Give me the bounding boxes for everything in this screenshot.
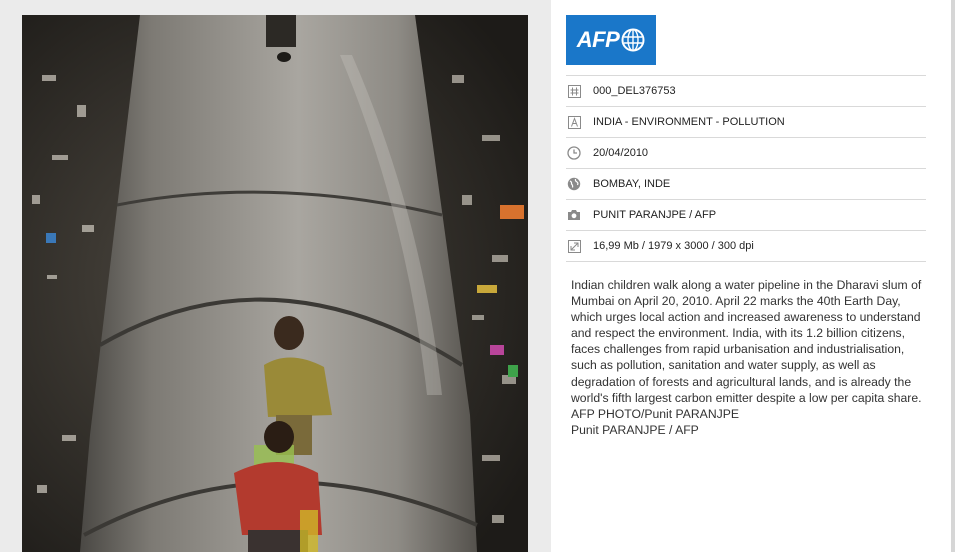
news-photo[interactable] [22, 15, 528, 552]
afp-logo-text: AFP [576, 27, 620, 52]
meta-reference: 000_DEL376753 [566, 75, 926, 106]
meta-title: INDIA - ENVIRONMENT - POLLUTION [566, 106, 926, 137]
photo-caption: Indian children walk along a water pipel… [571, 277, 933, 438]
meta-file-info: 16,99 Mb / 1979 x 3000 / 300 dpi [566, 230, 926, 262]
photo-date: 20/04/2010 [593, 147, 649, 159]
metadata-list: 000_DEL376753 INDIA - ENVIRONMENT - POLL… [566, 75, 926, 262]
info-panel: AFP 000_DEL376753 INDIA - ENVIRONMENT - … [551, 0, 951, 552]
photo-location: BOMBAY, INDE [593, 178, 671, 190]
resize-icon [567, 239, 581, 253]
photo-image [22, 15, 528, 552]
meta-date: 20/04/2010 [566, 137, 926, 168]
photo-panel [0, 0, 551, 552]
scrollbar[interactable] [951, 0, 955, 552]
text-a-icon [567, 115, 581, 129]
photo-credit: PUNIT PARANJPE / AFP [593, 209, 717, 221]
afp-logo[interactable]: AFP [566, 15, 656, 65]
reference-number: 000_DEL376753 [593, 85, 676, 97]
meta-location: BOMBAY, INDE [566, 168, 926, 199]
camera-icon [567, 208, 581, 222]
globe-icon [567, 177, 581, 191]
caption-text: Indian children walk along a water pipel… [571, 278, 922, 421]
hash-icon [567, 84, 581, 98]
caption-byline: Punit PARANJPE / AFP [571, 422, 699, 437]
file-info: 16,99 Mb / 1979 x 3000 / 300 dpi [593, 240, 754, 252]
clock-icon [567, 146, 581, 160]
photo-title: INDIA - ENVIRONMENT - POLLUTION [593, 116, 785, 128]
globe-logo-icon [621, 28, 645, 52]
meta-credit: PUNIT PARANJPE / AFP [566, 199, 926, 230]
